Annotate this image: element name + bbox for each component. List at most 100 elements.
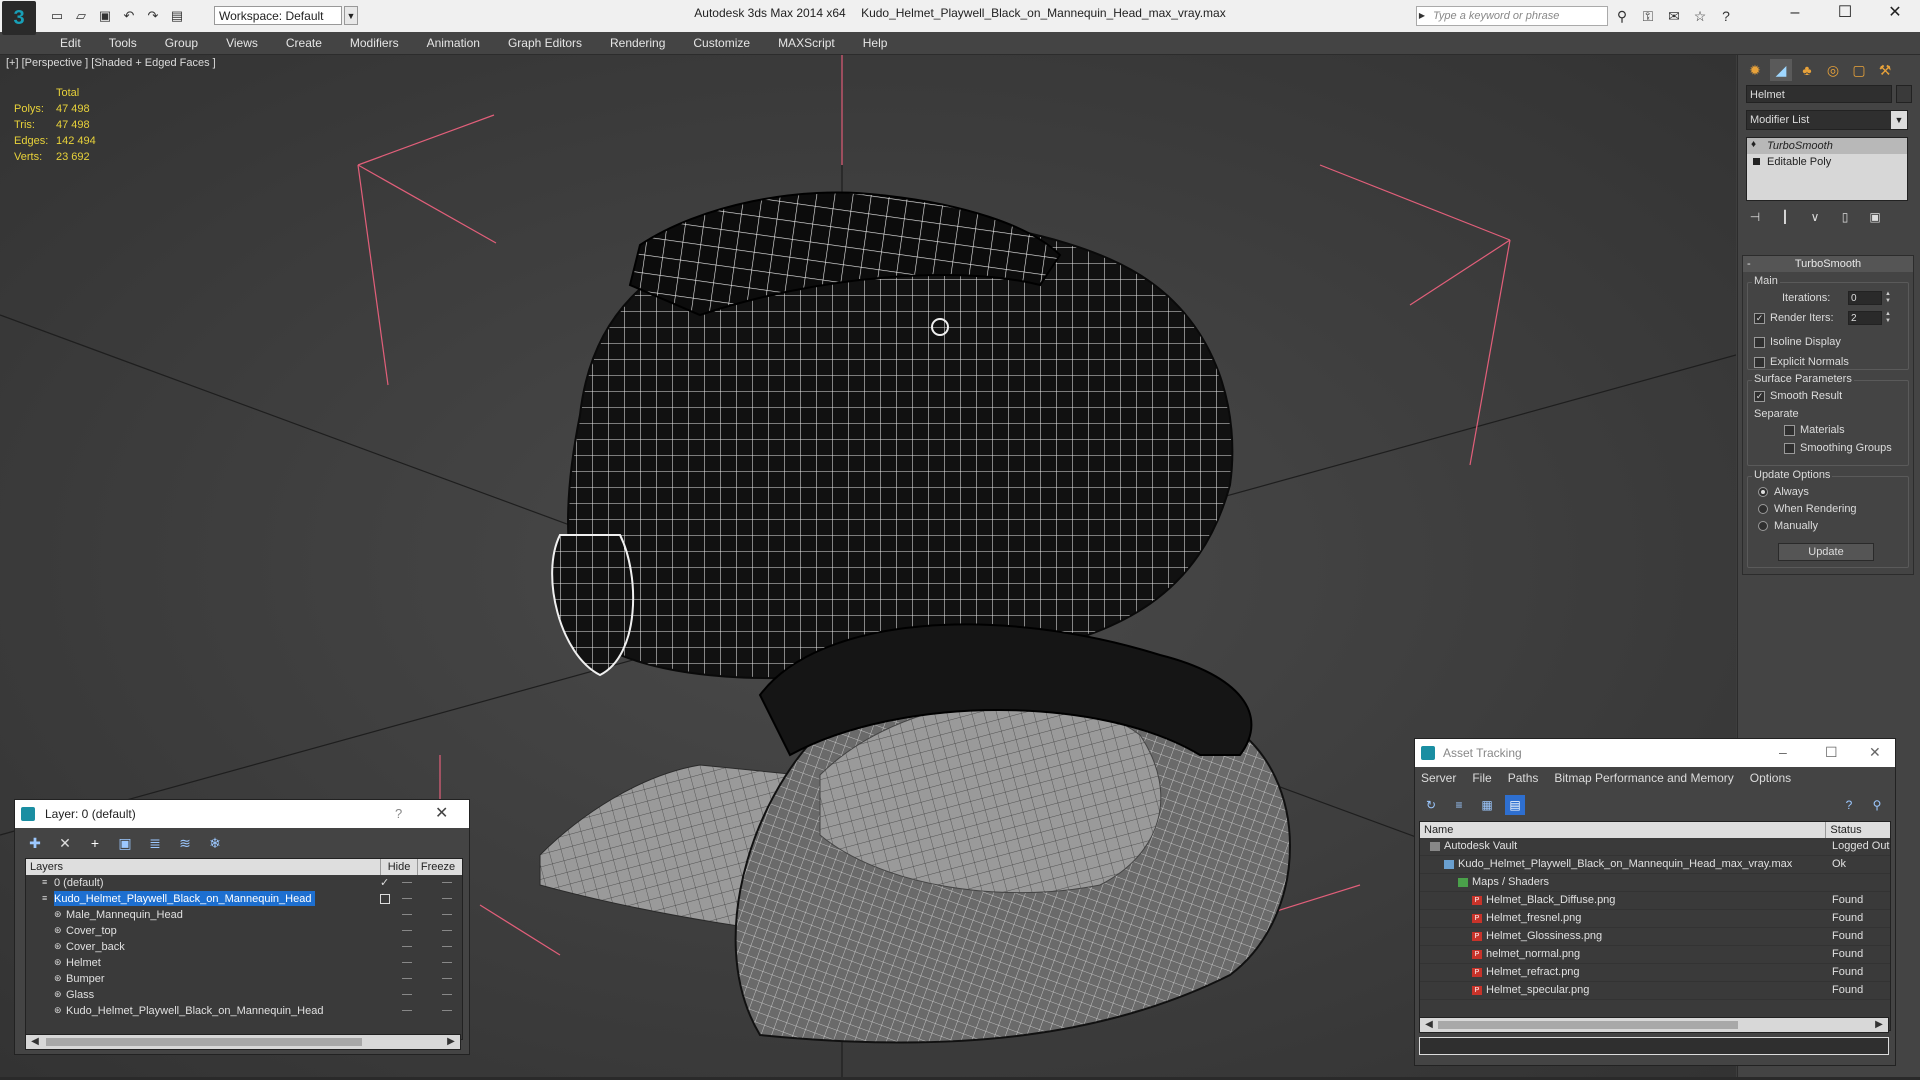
object-color-swatch[interactable] [1896, 85, 1912, 103]
hide-toggle[interactable] [402, 882, 412, 883]
highlight-layer-icon[interactable]: ≣ [145, 833, 165, 853]
asset-window-titlebar[interactable]: Asset Tracking – ☐ ✕ [1415, 739, 1895, 767]
layer-name[interactable]: Kudo_Helmet_Playwell_Black_on_Mannequin_… [54, 891, 316, 906]
asset-menu-bitmap-performance-and-memory[interactable]: Bitmap Performance and Memory [1554, 771, 1733, 785]
scroll-left-icon[interactable]: ◀ [1422, 1018, 1436, 1032]
asset-row[interactable]: P Helmet_Glossiness.png Found [1420, 928, 1890, 946]
help-button[interactable]: ? [395, 800, 402, 828]
set-current-box-icon[interactable] [380, 894, 390, 904]
create-tab-icon[interactable]: ✹ [1744, 59, 1766, 81]
render-iters-spinner[interactable]: 2 [1848, 311, 1882, 325]
subscription-icon[interactable]: ⚿ [1638, 5, 1658, 27]
status-column-header[interactable]: Status [1826, 822, 1890, 838]
hide-toggle[interactable] [402, 1010, 412, 1011]
hide-toggle[interactable] [402, 914, 412, 915]
freeze-column-header[interactable]: Freeze [418, 859, 458, 875]
when-rendering-radio[interactable] [1758, 504, 1768, 514]
pin-icon[interactable]: ⚲ [1867, 795, 1887, 815]
render-iters-checkbox[interactable]: ✓ [1754, 313, 1765, 324]
lightbulb-icon[interactable]: ♦ [1751, 139, 1761, 151]
materials-checkbox[interactable] [1784, 425, 1795, 436]
asset-row[interactable]: P Helmet_specular.png Found [1420, 982, 1890, 1000]
spinner-arrows-icon[interactable]: ▲ ▼ [1884, 291, 1892, 305]
hide-toggle[interactable] [402, 946, 412, 947]
hierarchy-tab-icon[interactable]: ♣ [1796, 59, 1818, 81]
asset-row[interactable]: Autodesk Vault Logged Out [1420, 838, 1890, 856]
asset-close-button[interactable]: ✕ [1869, 739, 1881, 765]
menu-animation[interactable]: Animation [413, 32, 494, 54]
smoothing-groups-checkbox[interactable] [1784, 443, 1795, 454]
asset-row[interactable]: P Helmet_Black_Diffuse.png Found [1420, 892, 1890, 910]
modify-tab-icon[interactable]: ◢ [1770, 59, 1792, 81]
layers-column-header[interactable]: Layers [26, 859, 381, 875]
scroll-thumb[interactable] [46, 1038, 362, 1046]
menu-help[interactable]: Help [849, 32, 902, 54]
freeze-toggle[interactable] [442, 978, 452, 979]
rollout-header[interactable]: - TurboSmooth [1743, 256, 1913, 272]
layer-name[interactable]: Helmet [66, 955, 105, 970]
asset-row[interactable]: P Helmet_fresnel.png Found [1420, 910, 1890, 928]
scroll-thumb[interactable] [1438, 1021, 1738, 1029]
layer-name[interactable]: 0 (default) [54, 875, 108, 890]
chevron-down-icon[interactable]: ▼ [1891, 111, 1907, 129]
asset-row[interactable]: Kudo_Helmet_Playwell_Black_on_Mannequin_… [1420, 856, 1890, 874]
menu-tools[interactable]: Tools [95, 32, 151, 54]
select-objects-icon[interactable]: ▣ [115, 833, 135, 853]
asset-menu-file[interactable]: File [1472, 771, 1491, 785]
hide-toggle[interactable] [402, 994, 412, 995]
freeze-toggle[interactable] [442, 930, 452, 931]
hide-column-header[interactable]: Hide [381, 859, 418, 875]
stack-item-turbosmooth[interactable]: ♦ TurboSmooth [1747, 138, 1907, 154]
list-view-icon[interactable]: ≡ [1449, 795, 1469, 815]
asset-menu-paths[interactable]: Paths [1508, 771, 1539, 785]
layer-row[interactable]: ⊛ Male_Mannequin_Head [26, 907, 462, 923]
configure-sets-icon[interactable]: ▣ [1866, 208, 1884, 226]
stack-item-editable-poly[interactable]: Editable Poly [1747, 154, 1907, 170]
menu-customize[interactable]: Customize [679, 32, 764, 54]
utilities-tab-icon[interactable]: ⚒ [1874, 59, 1896, 81]
layer-name[interactable]: Cover_top [66, 923, 121, 938]
spinner-arrows-icon[interactable]: ▲ ▼ [1884, 311, 1892, 325]
current-layer-check-icon[interactable]: ✓ [380, 875, 389, 891]
smooth-result-checkbox[interactable]: ✓ [1754, 391, 1765, 402]
layer-name[interactable]: Cover_back [66, 939, 129, 954]
menu-views[interactable]: Views [212, 32, 272, 54]
object-name-field[interactable]: Helmet [1746, 85, 1892, 103]
make-unique-icon[interactable]: ∨ [1806, 208, 1824, 226]
scroll-right-icon[interactable]: ▶ [1872, 1018, 1886, 1032]
layer-row[interactable]: ⊛ Cover_top [26, 923, 462, 939]
freeze-toggle[interactable] [442, 914, 452, 915]
communication-icon[interactable]: ✉ [1664, 5, 1684, 27]
display-tab-icon[interactable]: ▢ [1848, 59, 1870, 81]
pin-stack-icon[interactable]: ⊣ [1746, 208, 1764, 226]
layer-name[interactable]: Male_Mannequin_Head [66, 907, 187, 922]
hide-toggle[interactable] [402, 898, 412, 899]
scroll-left-icon[interactable]: ◀ [28, 1035, 42, 1049]
app-logo-icon[interactable]: 3 [2, 1, 36, 35]
menu-rendering[interactable]: Rendering [596, 32, 679, 54]
layer-row[interactable]: ⊛ Cover_back [26, 939, 462, 955]
binoculars-icon[interactable]: ⚲ [1612, 5, 1632, 27]
thumbnail-view-icon[interactable]: ▦ [1477, 795, 1497, 815]
asset-row[interactable]: P Helmet_refract.png Found [1420, 964, 1890, 982]
layer-name[interactable]: Kudo_Helmet_Playwell_Black_on_Mannequin_… [66, 1003, 327, 1018]
layer-name[interactable]: Bumper [66, 971, 109, 986]
close-button[interactable]: ✕ [1870, 0, 1920, 26]
layer-row[interactable]: ⊛ Kudo_Helmet_Playwell_Black_on_Mannequin… [26, 1003, 462, 1019]
create-layer-icon[interactable]: ✚ [25, 833, 45, 853]
collapse-icon[interactable]: - [1747, 256, 1751, 272]
freeze-toggle[interactable] [442, 994, 452, 995]
delete-layer-icon[interactable]: ✕ [55, 833, 75, 853]
menu-maxscript[interactable]: MAXScript [764, 32, 849, 54]
asset-row[interactable]: Maps / Shaders [1420, 874, 1890, 892]
help-icon[interactable]: ? [1839, 795, 1859, 815]
freeze-toggle[interactable] [442, 882, 452, 883]
freeze-toggle[interactable] [442, 1010, 452, 1011]
isoline-display-checkbox[interactable] [1754, 337, 1765, 348]
asset-row[interactable]: Phelmet_normal.png Found [1420, 946, 1890, 964]
asset-minimize-button[interactable]: – [1779, 739, 1787, 765]
layer-window-titlebar[interactable]: Layer: 0 (default) ? ✕ [15, 800, 469, 828]
asset-maximize-button[interactable]: ☐ [1825, 739, 1838, 765]
maximize-button[interactable]: ☐ [1820, 0, 1870, 26]
always-radio[interactable] [1758, 487, 1768, 497]
